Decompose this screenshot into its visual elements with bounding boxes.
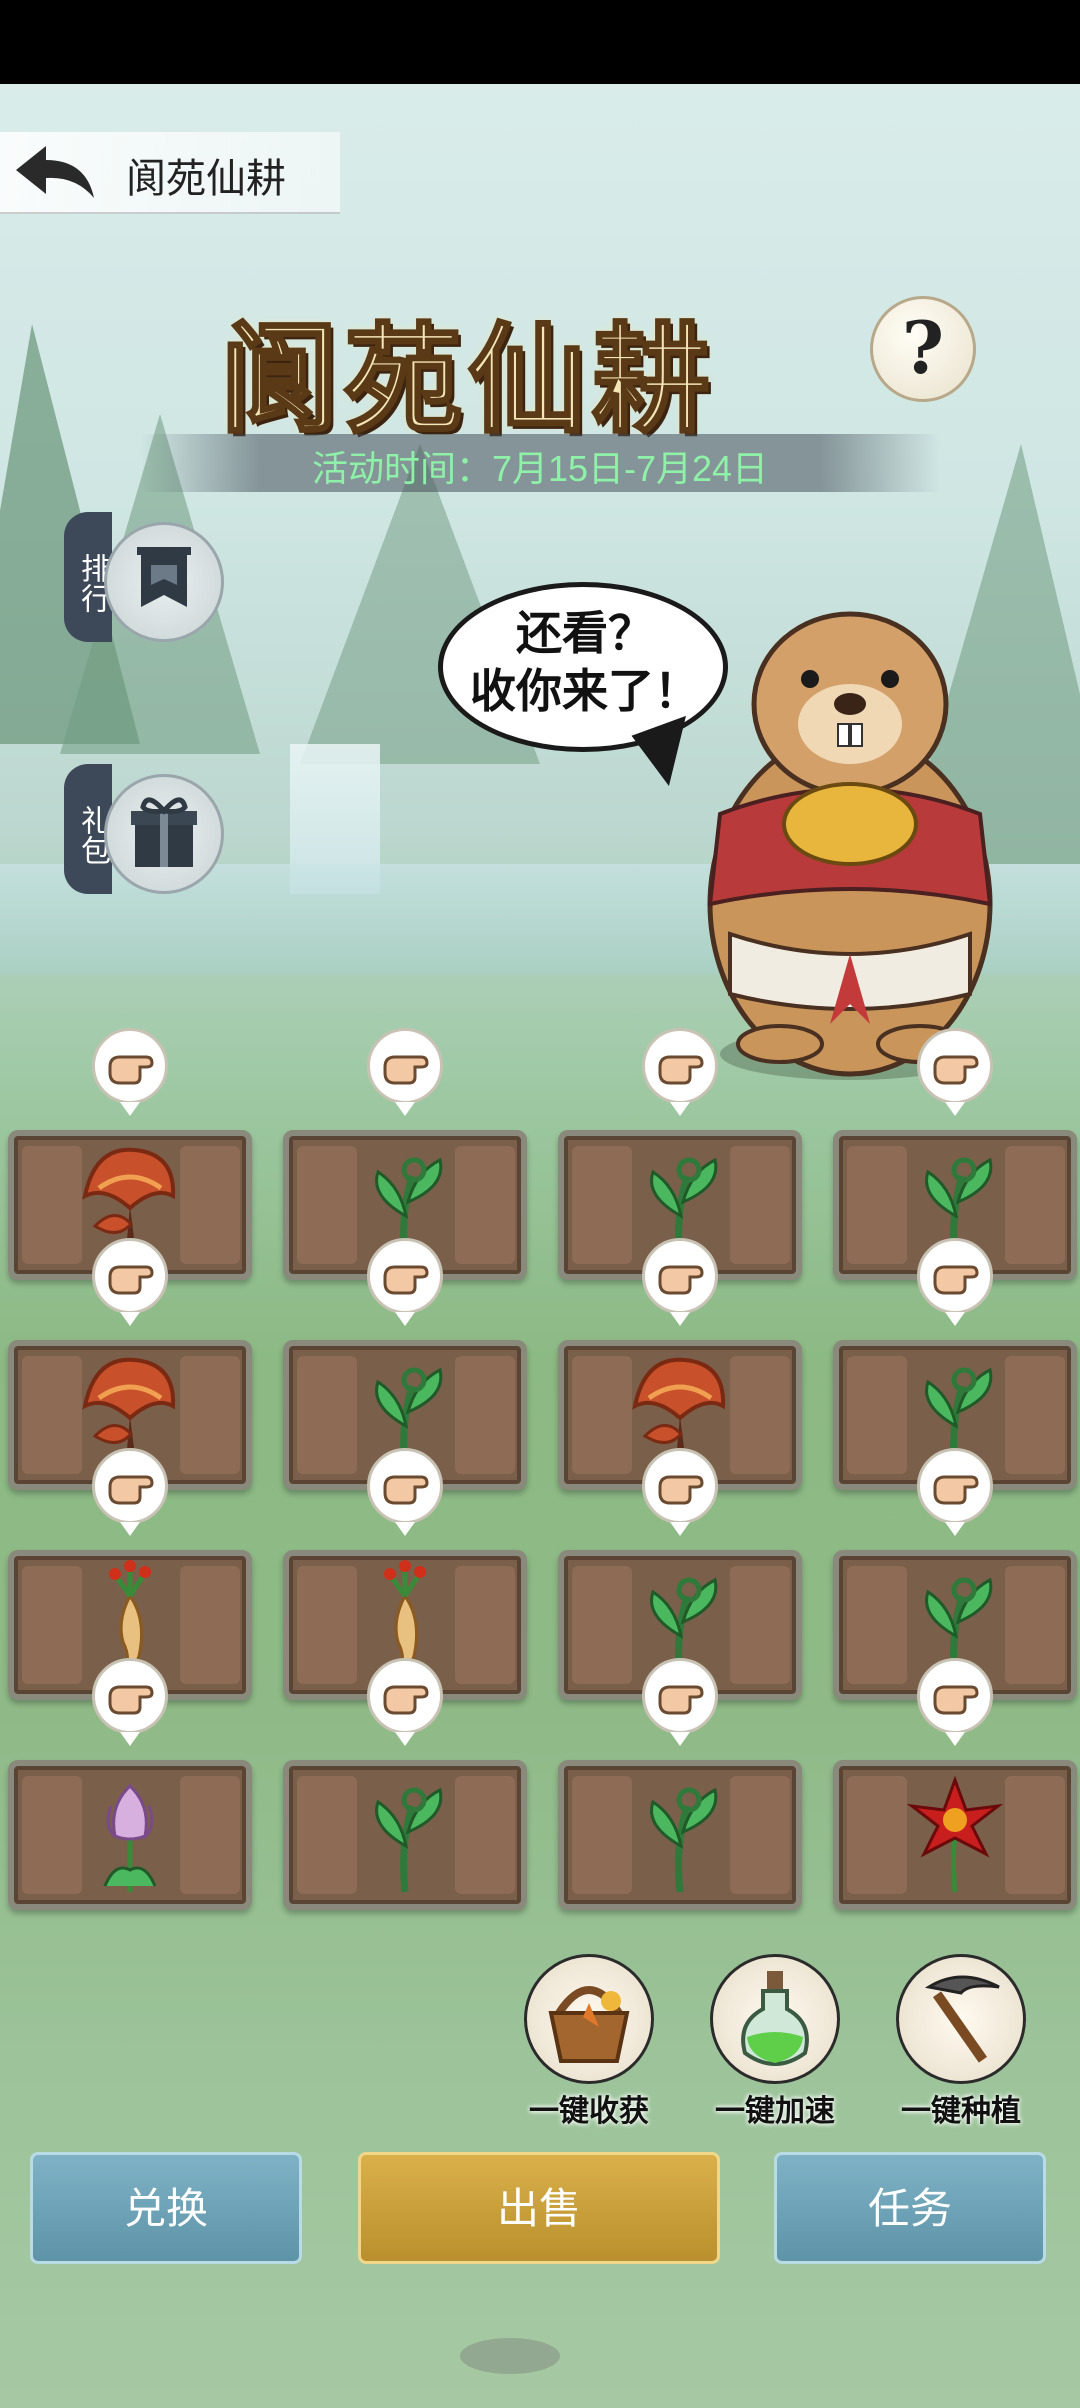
pointing-hand-icon[interactable]	[642, 1028, 718, 1104]
red-flower-icon[interactable]	[900, 1766, 1010, 1896]
plant-all-button[interactable]	[896, 1954, 1026, 2084]
pointing-hand-icon[interactable]	[92, 1028, 168, 1104]
pointing-hand-icon[interactable]	[367, 1238, 443, 1314]
pointing-hand-icon[interactable]	[367, 1658, 443, 1734]
speech-text: 还看？ 收你来了！	[470, 606, 700, 718]
soil-patch	[22, 1776, 82, 1894]
soil-patch	[455, 1356, 515, 1474]
hint-bubble-tail	[120, 1522, 140, 1536]
soil-patch	[180, 1146, 240, 1264]
ground-stone	[460, 2338, 560, 2374]
gift-box-icon	[131, 797, 197, 867]
soil-patch	[730, 1356, 790, 1474]
hint-bubble-tail	[945, 1102, 965, 1116]
soil-patch	[730, 1776, 790, 1894]
soil-patch	[1005, 1356, 1065, 1474]
pointing-hand-icon[interactable]	[642, 1448, 718, 1524]
soil-patch	[847, 1776, 907, 1894]
hint-bubble-tail	[120, 1102, 140, 1116]
hint-bubble-tail	[670, 1102, 690, 1116]
soil-patch	[1005, 1146, 1065, 1264]
speed-up-all-button[interactable]	[710, 1954, 840, 2084]
green-sprout-icon[interactable]	[350, 1766, 460, 1896]
soil-patch	[455, 1146, 515, 1264]
pointing-hand-icon[interactable]	[92, 1448, 168, 1524]
soil-patch	[730, 1146, 790, 1264]
hint-bubble-tail	[670, 1522, 690, 1536]
hint-bubble-tail	[670, 1732, 690, 1746]
soil-patch	[1005, 1776, 1065, 1894]
pointing-hand-icon[interactable]	[367, 1448, 443, 1524]
event-time: 活动时间：7月15日-7月24日	[311, 448, 769, 489]
soil-patch	[22, 1566, 82, 1684]
pointing-hand-icon[interactable]	[917, 1238, 993, 1314]
hint-bubble-tail	[945, 1522, 965, 1536]
hint-bubble-tail	[945, 1732, 965, 1746]
pointing-hand-icon[interactable]	[92, 1658, 168, 1734]
pickaxe-icon	[924, 1975, 1000, 2063]
event-title: 阆苑仙耕	[218, 309, 717, 451]
soil-patch	[455, 1566, 515, 1684]
sell-button[interactable]: 出售	[358, 2152, 720, 2264]
green-sprout-icon[interactable]	[625, 1766, 735, 1896]
harvest-all-button[interactable]	[524, 1954, 654, 2084]
basket-icon	[548, 1986, 630, 2063]
help-button[interactable]: ?	[870, 296, 976, 402]
pointing-hand-icon[interactable]	[917, 1028, 993, 1104]
exchange-button[interactable]: 兑换	[30, 2152, 302, 2264]
soil-patch	[180, 1776, 240, 1894]
soil-patch	[297, 1776, 357, 1894]
back-arrow-icon[interactable]	[10, 140, 100, 206]
soil-patch	[847, 1356, 907, 1474]
soil-patch	[572, 1776, 632, 1894]
hint-bubble-tail	[120, 1312, 140, 1326]
pointing-hand-icon[interactable]	[642, 1238, 718, 1314]
pointing-hand-icon[interactable]	[92, 1238, 168, 1314]
hint-bubble-tail	[120, 1732, 140, 1746]
potion-icon	[741, 1971, 809, 2066]
tasks-button[interactable]: 任务	[774, 2152, 1046, 2264]
purple-lotus-icon[interactable]	[75, 1766, 185, 1896]
pointing-hand-icon[interactable]	[642, 1658, 718, 1734]
soil-patch	[847, 1146, 907, 1264]
pointing-hand-icon[interactable]	[917, 1658, 993, 1734]
hint-bubble-tail	[395, 1522, 415, 1536]
banner-flag-icon	[137, 547, 191, 607]
soil-patch	[297, 1356, 357, 1474]
speed-up-all-label: 一键加速	[715, 2094, 835, 2129]
soil-patch	[572, 1356, 632, 1474]
soil-patch	[730, 1566, 790, 1684]
soil-patch	[22, 1356, 82, 1474]
soil-patch	[572, 1566, 632, 1684]
soil-patch	[847, 1566, 907, 1684]
pointing-hand-icon[interactable]	[367, 1028, 443, 1104]
page-title: 阆苑仙耕	[126, 157, 286, 201]
game-scene: 阆苑仙耕 阆苑仙耕 ? 活动时间：7月15日-7月24日 排行 礼包 还看？ 收…	[0, 84, 1080, 2408]
soil-patch	[455, 1776, 515, 1894]
harvest-all-label: 一键收获	[529, 2094, 649, 2129]
soil-patch	[180, 1566, 240, 1684]
gift-pack-button[interactable]	[104, 774, 224, 894]
pointing-hand-icon[interactable]	[917, 1448, 993, 1524]
plant-all-label: 一键种植	[901, 2094, 1021, 2129]
soil-patch	[22, 1146, 82, 1264]
ranking-button[interactable]	[104, 522, 224, 642]
soil-patch	[1005, 1566, 1065, 1684]
hint-bubble-tail	[395, 1102, 415, 1116]
hint-bubble-tail	[945, 1312, 965, 1326]
marmot-mascot	[690, 574, 1010, 1094]
hint-bubble-tail	[395, 1732, 415, 1746]
hint-bubble-tail	[395, 1312, 415, 1326]
soil-patch	[180, 1356, 240, 1474]
soil-patch	[297, 1566, 357, 1684]
hint-bubble-tail	[670, 1312, 690, 1326]
soil-patch	[572, 1146, 632, 1264]
soil-patch	[297, 1146, 357, 1264]
